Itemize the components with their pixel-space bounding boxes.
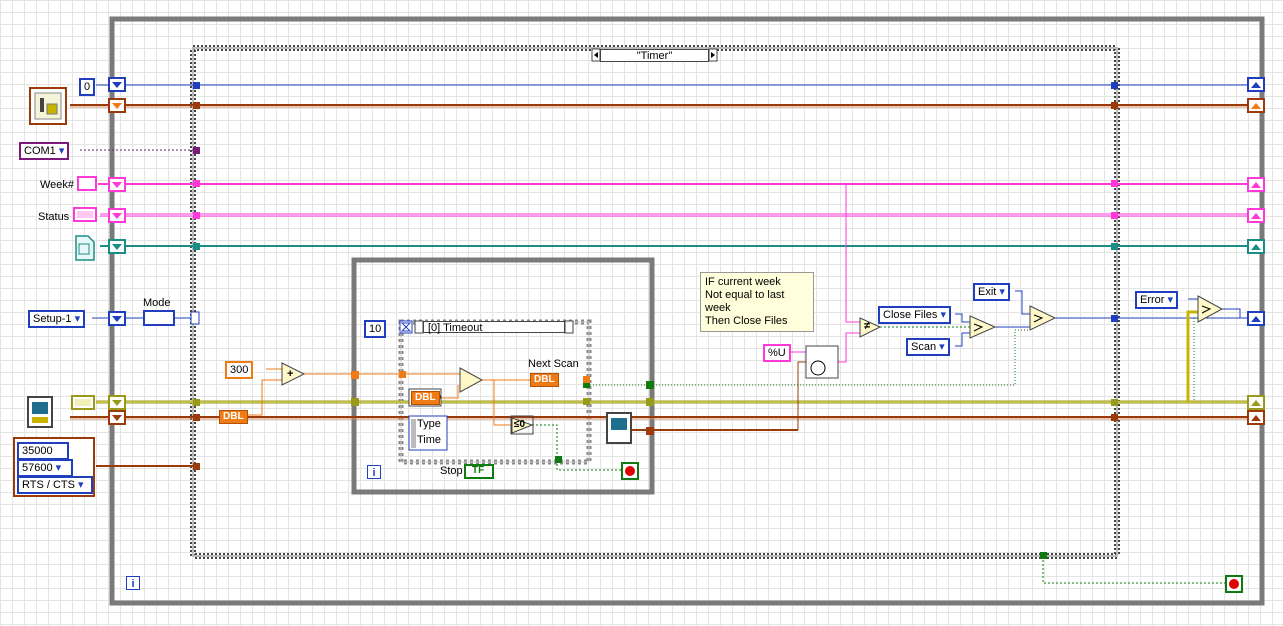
- add-symbol: +: [287, 368, 294, 380]
- format-string-constant[interactable]: %U: [763, 344, 791, 362]
- stop-label: Stop: [440, 465, 463, 477]
- timeout-ms-icon[interactable]: [399, 320, 413, 334]
- select-function-2[interactable]: [1029, 305, 1057, 331]
- bool-tf-label: TF: [472, 465, 485, 476]
- timeout-ms-constant[interactable]: 10: [364, 320, 387, 338]
- file-path-icon[interactable]: [75, 235, 95, 261]
- serial-session-icon[interactable]: [27, 396, 53, 428]
- index-constant[interactable]: 0: [79, 78, 96, 96]
- dbl-out-indicator[interactable]: DBL: [530, 373, 559, 387]
- error-cluster-icon[interactable]: [71, 395, 95, 410]
- wires: [70, 84, 1250, 584]
- outer-iteration-terminal: i: [126, 576, 140, 590]
- baud-rate-enum[interactable]: 57600: [17, 459, 73, 477]
- comment-note: IF current week Not equal to last week T…: [700, 272, 814, 332]
- case-structure[interactable]: [190, 45, 1120, 559]
- case-selector-label[interactable]: "Timer": [600, 49, 709, 62]
- week-string-icon[interactable]: [77, 176, 97, 191]
- type-field: Type: [417, 418, 441, 430]
- error-enum[interactable]: Error: [1135, 291, 1179, 309]
- mode-ring-icon[interactable]: [143, 310, 200, 326]
- scan-enum[interactable]: Scan: [906, 338, 950, 356]
- setup-enum[interactable]: Setup-1: [28, 310, 86, 328]
- block-diagram: [13, 16, 1265, 606]
- dbl-clock-label: DBL: [411, 391, 440, 405]
- com-port-constant[interactable]: COM1: [19, 142, 70, 160]
- dbl-in-label: DBL: [219, 410, 248, 424]
- next-scan-label: Next Scan: [528, 358, 579, 370]
- case-selector-arrows[interactable]: [414, 48, 718, 334]
- vi-reference-icon[interactable]: [29, 87, 67, 125]
- baud-timeout-constant[interactable]: 35000: [17, 442, 69, 460]
- flow-control-enum[interactable]: RTS / CTS: [17, 476, 93, 494]
- greater-function[interactable]: [459, 367, 484, 393]
- mode-label: Mode: [143, 297, 171, 309]
- stop-button-inner[interactable]: [621, 462, 639, 480]
- select-function-1[interactable]: [969, 315, 997, 339]
- compare-symbol: ≤0: [514, 419, 526, 430]
- comment-line-2: Not equal to last week: [705, 289, 785, 314]
- close-files-enum[interactable]: Close Files: [878, 306, 951, 324]
- time-field: Time: [417, 434, 442, 446]
- exit-enum[interactable]: Exit: [973, 283, 1010, 301]
- comment-line-3: Then Close Files: [705, 315, 788, 327]
- inner-iteration-terminal: i: [367, 465, 381, 479]
- week-label: Week#: [40, 179, 75, 191]
- inner-case-label[interactable]: [0] Timeout: [423, 321, 565, 334]
- status-label: Status: [38, 211, 70, 223]
- visa-inner-icon[interactable]: [606, 412, 632, 444]
- status-string-icon[interactable]: [73, 207, 97, 222]
- stop-button-outer[interactable]: [1225, 575, 1243, 593]
- timestamp-node[interactable]: [805, 345, 839, 379]
- comment-line-1: IF current week: [705, 276, 781, 288]
- timeout-increment-constant[interactable]: 300: [225, 361, 254, 379]
- not-equal-symbol: ≠: [864, 320, 871, 332]
